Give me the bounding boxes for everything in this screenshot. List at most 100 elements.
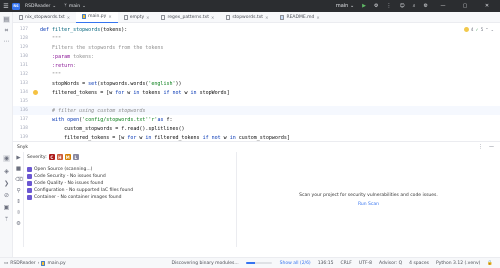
chevron-right-icon: › (37, 260, 40, 266)
line-ending[interactable]: CRLF (341, 261, 352, 266)
line-number[interactable]: 138 (13, 126, 30, 131)
filter-icon[interactable]: ⚲ (15, 188, 22, 195)
gutter[interactable] (30, 90, 40, 95)
advisor-widget[interactable]: Advisor: Q (379, 261, 402, 266)
indent-setting[interactable]: 4 spaces (409, 261, 429, 266)
line-number[interactable]: 134 (13, 90, 30, 95)
code-line[interactable]: 134 filtered_tokens = [w for w in tokens… (13, 88, 500, 97)
intention-bulb-icon[interactable] (32, 90, 38, 95)
problems-icon[interactable]: ⊘ (3, 192, 10, 199)
run-config-selector[interactable]: main ⌄ (336, 3, 354, 9)
debug-icon[interactable]: ⚙ (374, 3, 378, 9)
clean-icon[interactable]: ⌫ (15, 177, 23, 184)
code-line[interactable]: 128 """ (13, 34, 500, 43)
search-icon[interactable]: ⌕ (413, 3, 416, 9)
snyk-tool-icon[interactable]: ◉ (3, 155, 10, 162)
close-icon[interactable]: ✕ (108, 14, 111, 19)
code-line[interactable]: 133 stopWords = set(stopwords.words('eng… (13, 79, 500, 88)
close-icon[interactable]: ✕ (265, 15, 268, 20)
close-window-button[interactable]: ✕ (480, 3, 494, 9)
line-number[interactable]: 136 (13, 108, 30, 113)
code-line[interactable]: 136 # filter using custom stopwords (13, 106, 500, 115)
code-line[interactable]: 132 """ (13, 70, 500, 79)
line-number[interactable]: 128 (13, 36, 30, 41)
stop-icon[interactable]: ■ (15, 166, 22, 173)
close-icon[interactable]: ✕ (67, 15, 70, 20)
line-number[interactable]: 131 (13, 63, 30, 68)
tab-regex-patterns[interactable]: regex_patterns.txt ✕ (155, 12, 220, 23)
line-number[interactable]: 129 (13, 45, 30, 50)
project-switcher[interactable]: RS RSDReader ⌄ (12, 2, 56, 10)
line-number[interactable]: 130 (13, 54, 30, 59)
line-number[interactable]: 135 (13, 99, 30, 104)
tree-item-code-security[interactable]: Code Security - No issues found (27, 173, 227, 180)
more-icon[interactable]: ⋮ (386, 3, 391, 9)
run-icon[interactable]: ▶ (362, 3, 366, 9)
lock-icon[interactable]: 🔒 (487, 261, 493, 266)
tab-stopwords[interactable]: stopwords.txt ✕ (220, 12, 274, 23)
settings-icon[interactable]: ⚙ (15, 221, 22, 228)
show-all-tasks-link[interactable]: Show all (2/6) (280, 261, 311, 266)
structure-tool-icon[interactable]: ⌗ (3, 27, 10, 34)
severity-low-toggle[interactable]: L (72, 154, 79, 160)
file-encoding[interactable]: UTF-8 (359, 261, 372, 266)
code-line[interactable]: 131 :return: (13, 61, 500, 70)
code-editor[interactable]: 4 ✓ 5 ⌃ ⌄ 127 def filter_stopwords(tokens… (13, 23, 500, 141)
background-task-text[interactable]: Discovering binary modules... (172, 261, 239, 266)
tree-item-open-source[interactable]: Open Source (scanning...) (27, 166, 227, 173)
version-control-icon[interactable]: ᛘ (3, 216, 10, 223)
main-menu-icon[interactable]: ☰ (0, 0, 12, 12)
line-number[interactable]: 132 (13, 72, 30, 77)
tab-empty[interactable]: empty ✕ (118, 12, 156, 23)
line-number[interactable]: 137 (13, 117, 30, 122)
run-scan-icon[interactable]: ▶ (15, 155, 22, 162)
collapse-all-icon[interactable]: ⇳ (15, 210, 22, 217)
breadcrumb-project[interactable]: RSDReader (10, 261, 35, 266)
tab-nix-stopwords[interactable]: nix_stopwords.txt ✕ (13, 12, 76, 23)
user-icon[interactable]: ☺ (399, 3, 404, 9)
python-packages-icon[interactable]: ◈ (3, 168, 10, 175)
terminal-icon[interactable]: ▣ (3, 204, 10, 211)
code-token: : (73, 62, 77, 69)
caret-position[interactable]: 136:15 (318, 261, 334, 266)
progress-fill (245, 261, 255, 265)
line-number[interactable]: 133 (13, 81, 30, 86)
code-token: w (124, 89, 134, 96)
severity-critical-toggle[interactable]: C (48, 154, 55, 160)
tree-item-configuration[interactable]: Configuration - No supported IaC files f… (27, 187, 227, 194)
more-icon[interactable]: ⋮ (478, 144, 483, 150)
severity-medium-toggle[interactable]: M (64, 154, 71, 160)
code-text: """ (40, 36, 61, 42)
code-line[interactable]: 137 with open('config/stopwords.txt''r'a… (13, 115, 500, 124)
line-number[interactable]: 139 (13, 135, 30, 140)
code-text: # filter using custom stopwords (40, 108, 145, 114)
maximize-button[interactable]: ▢ (458, 3, 472, 9)
settings-icon[interactable]: ⚙ (424, 3, 428, 9)
tab-main-py[interactable]: main.py ✕ (76, 11, 118, 23)
close-icon[interactable]: ✕ (316, 15, 319, 20)
code-line[interactable]: 127 def filter_stopwords(tokens): (13, 25, 500, 34)
branch-switcher[interactable]: ᛘ main ⌄ (64, 3, 86, 10)
severity-high-toggle[interactable]: H (56, 154, 63, 160)
code-line[interactable]: 135 (13, 97, 500, 106)
more-tools-icon[interactable]: ⋯ (3, 38, 10, 45)
tree-item-container[interactable]: Container - No container images found (27, 194, 227, 201)
breadcrumb-file[interactable]: main.py (47, 261, 65, 266)
close-icon[interactable]: ✕ (146, 15, 149, 20)
minimize-button[interactable]: — (436, 3, 450, 9)
code-line[interactable]: 129 Filters the stopwords from the token… (13, 43, 500, 52)
code-line[interactable]: 138 custom_stopwords = f.read().splitlin… (13, 124, 500, 133)
python-console-icon[interactable]: ❯ (3, 180, 10, 187)
tree-item-code-quality[interactable]: Code Quality - No issues found (27, 180, 227, 187)
code-token: filtered_tokens = [w (40, 89, 116, 96)
tab-readme[interactable]: README.md ✕ (274, 12, 325, 23)
python-interpreter[interactable]: Python 3.12 (.venv) (436, 261, 480, 266)
expand-all-icon[interactable]: ⇕ (15, 199, 22, 206)
run-scan-link[interactable]: Run Scan (358, 202, 379, 207)
line-number[interactable]: 127 (13, 27, 30, 32)
hide-panel-icon[interactable]: — (489, 144, 494, 150)
close-icon[interactable]: ✕ (211, 15, 214, 20)
project-tool-icon[interactable]: ▤ (3, 16, 10, 23)
code-token: filtered_tokens = [w (40, 134, 128, 141)
code-line[interactable]: 130 :param tokens: (13, 52, 500, 61)
